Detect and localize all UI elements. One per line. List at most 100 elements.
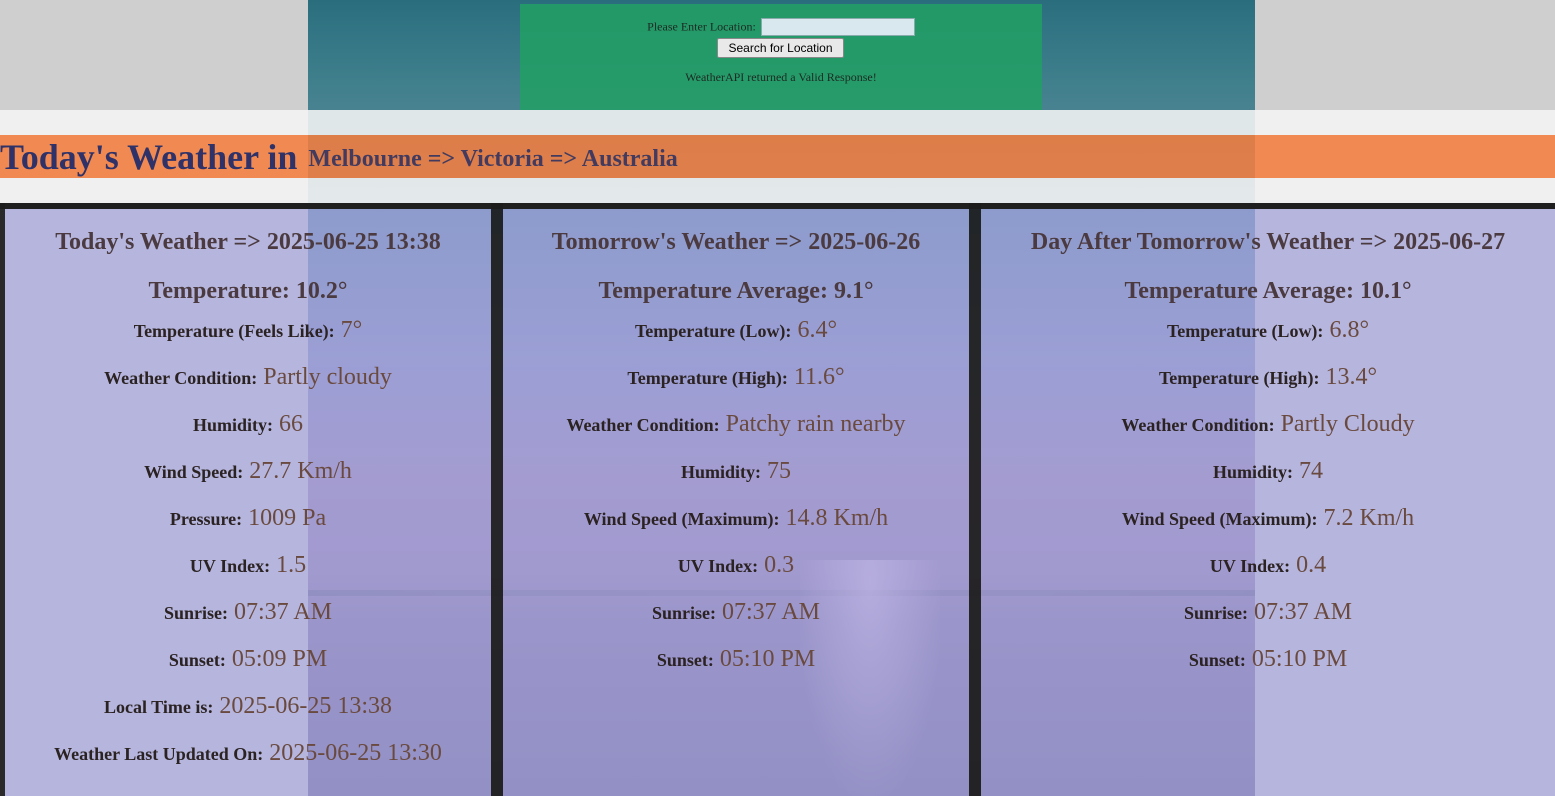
- detail-row: Weather Condition: Patchy rain nearby: [503, 401, 969, 448]
- detail-value: 7.2 Km/h: [1323, 505, 1415, 531]
- detail-row: Sunrise: 07:37 AM: [981, 589, 1555, 636]
- detail-label: Pressure:: [169, 509, 243, 529]
- today-heading: Today's Weather => 2025-06-25 13:38: [55, 229, 441, 255]
- detail-value: Partly cloudy: [263, 364, 392, 390]
- detail-label: Temperature (High):: [1158, 368, 1320, 388]
- tomorrow-temperature: Temperature Average: 9.1°: [598, 278, 874, 304]
- detail-label: Weather Last Updated On:: [54, 744, 264, 764]
- search-row: Please Enter Location:: [520, 18, 1042, 36]
- detail-label: Sunrise:: [163, 603, 228, 623]
- detail-value: 6.4°: [797, 317, 838, 343]
- header-band-bottom: [0, 178, 1555, 203]
- detail-row: Temperature (High): 11.6°: [503, 354, 969, 401]
- detail-label: Temperature (Feels Like):: [133, 321, 335, 341]
- detail-value: Patchy rain nearby: [725, 411, 906, 437]
- detail-label: Weather Condition:: [104, 368, 258, 388]
- detail-row: Pressure: 1009 Pa: [5, 495, 491, 542]
- detail-label: Sunset:: [656, 650, 714, 670]
- detail-label: Sunset:: [168, 650, 226, 670]
- detail-row: Local Time is: 2025-06-25 13:38: [5, 683, 491, 730]
- status-message: WeatherAPI returned a Valid Response!: [685, 70, 877, 84]
- detail-value: 13.4°: [1325, 364, 1378, 390]
- detail-row: Temperature (Low): 6.8°: [981, 307, 1555, 354]
- detail-label: Sunrise:: [651, 603, 716, 623]
- detail-value: 1.5: [276, 552, 307, 578]
- gutter-1: [491, 203, 503, 796]
- detail-row: Sunset: 05:10 PM: [503, 636, 969, 683]
- detail-row: Temperature (Low): 6.4°: [503, 307, 969, 354]
- detail-label: Humidity:: [192, 415, 273, 435]
- detail-row: UV Index: 0.3: [503, 542, 969, 589]
- detail-label: Weather Condition:: [1121, 415, 1275, 435]
- detail-value: 05:10 PM: [719, 646, 816, 672]
- title-bar: Today's Weather in Melbourne => Victoria…: [0, 135, 1555, 178]
- detail-row: Sunrise: 07:37 AM: [5, 589, 491, 636]
- location-path: Melbourne => Victoria => Australia: [308, 146, 678, 172]
- detail-row: Weather Last Updated On: 2025-06-25 13:3…: [5, 730, 491, 777]
- detail-label: Temperature (Low):: [1166, 321, 1324, 341]
- detail-label: UV Index:: [1209, 556, 1291, 576]
- detail-label: Temperature (Low):: [634, 321, 792, 341]
- detail-value: 14.8 Km/h: [785, 505, 889, 531]
- detail-value: 05:09 PM: [231, 646, 328, 672]
- location-label: Please Enter Location:: [647, 19, 756, 34]
- today-temperature: Temperature: 10.2°: [148, 278, 348, 304]
- detail-row: Wind Speed (Maximum): 7.2 Km/h: [981, 495, 1555, 542]
- detail-label: Humidity:: [1212, 462, 1293, 482]
- detail-row: Humidity: 66: [5, 401, 491, 448]
- tomorrow-details: Temperature (Low): 6.4° Temperature (Hig…: [503, 307, 969, 683]
- day-after-heading: Day After Tomorrow's Weather => 2025-06-…: [1030, 229, 1506, 255]
- detail-row: Sunset: 05:09 PM: [5, 636, 491, 683]
- day-after-weather-card: Day After Tomorrow's Weather => 2025-06-…: [981, 209, 1555, 796]
- detail-row: Wind Speed: 27.7 Km/h: [5, 448, 491, 495]
- detail-row: Humidity: 75: [503, 448, 969, 495]
- detail-value: 6.8°: [1329, 317, 1370, 343]
- detail-label: Humidity:: [680, 462, 761, 482]
- detail-label: Wind Speed (Maximum):: [583, 509, 780, 529]
- detail-row: Weather Condition: Partly Cloudy: [981, 401, 1555, 448]
- detail-value: 75: [767, 458, 791, 484]
- detail-row: Weather Condition: Partly cloudy: [5, 354, 491, 401]
- search-panel: Please Enter Location: Search for Locati…: [520, 4, 1042, 110]
- gutter-2: [969, 203, 981, 796]
- day-after-temperature: Temperature Average: 10.1°: [1124, 278, 1412, 304]
- detail-value: 66: [279, 411, 303, 437]
- location-input[interactable]: [760, 18, 915, 36]
- detail-value: 07:37 AM: [722, 599, 821, 625]
- today-details: Temperature (Feels Like): 7° Weather Con…: [5, 307, 491, 777]
- detail-value: Partly Cloudy: [1280, 411, 1415, 437]
- detail-label: UV Index:: [189, 556, 271, 576]
- detail-row: Temperature (High): 13.4°: [981, 354, 1555, 401]
- detail-label: UV Index:: [677, 556, 759, 576]
- detail-label: Weather Condition:: [566, 415, 720, 435]
- detail-value: 7°: [340, 317, 363, 343]
- detail-row: Humidity: 74: [981, 448, 1555, 495]
- detail-label: Sunset:: [1188, 650, 1246, 670]
- detail-value: 11.6°: [793, 364, 845, 390]
- detail-value: 0.4: [1296, 552, 1327, 578]
- detail-value: 1009 Pa: [248, 505, 327, 531]
- detail-row: Temperature (Feels Like): 7°: [5, 307, 491, 354]
- detail-label: Wind Speed:: [144, 462, 244, 482]
- tomorrow-weather-card: Tomorrow's Weather => 2025-06-26 Tempera…: [503, 209, 969, 796]
- detail-row: UV Index: 0.4: [981, 542, 1555, 589]
- detail-row: Sunrise: 07:37 AM: [503, 589, 969, 636]
- detail-value: 2025-06-25 13:38: [219, 693, 392, 719]
- detail-row: Wind Speed (Maximum): 14.8 Km/h: [503, 495, 969, 542]
- tomorrow-heading: Tomorrow's Weather => 2025-06-26: [551, 229, 921, 255]
- detail-value: 27.7 Km/h: [249, 458, 352, 484]
- detail-label: Temperature (High):: [627, 368, 788, 388]
- search-button[interactable]: Search for Location: [717, 38, 844, 58]
- today-weather-card: Today's Weather => 2025-06-25 13:38 Temp…: [5, 209, 491, 796]
- detail-value: 74: [1299, 458, 1323, 484]
- detail-label: Local Time is:: [104, 697, 214, 717]
- header-band-top: [0, 110, 1555, 135]
- detail-label: Wind Speed (Maximum):: [1121, 509, 1318, 529]
- day-after-details: Temperature (Low): 6.8° Temperature (Hig…: [981, 307, 1555, 683]
- detail-row: Sunset: 05:10 PM: [981, 636, 1555, 683]
- page-title: Today's Weather in: [0, 136, 298, 177]
- detail-value: 05:10 PM: [1251, 646, 1348, 672]
- detail-value: 0.3: [764, 552, 795, 578]
- detail-value: 2025-06-25 13:30: [269, 740, 442, 766]
- detail-value: 07:37 AM: [1254, 599, 1353, 625]
